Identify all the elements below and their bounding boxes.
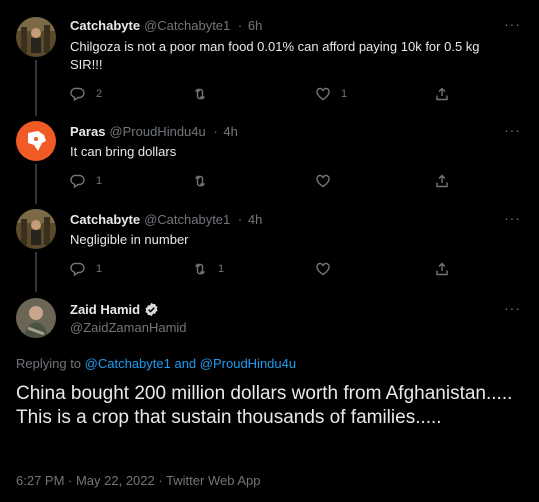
mention-link[interactable]: @ProudHindu4u [200,356,296,371]
user-handle[interactable]: @Catchabyte1 [144,18,230,33]
replying-and[interactable]: and [171,356,200,371]
reply-button[interactable]: 1 [70,259,102,279]
tweet-text-line: This is a crop that sustain thousands of… [16,407,442,428]
like-button[interactable]: 1 [315,84,347,104]
separator: · [237,212,243,227]
retweet-count: 1 [218,263,225,275]
more-icon[interactable]: ··· [504,210,521,226]
author-name-row: Zaid Hamid [70,302,159,317]
reply-button[interactable]: 2 [70,84,102,104]
avatar[interactable] [16,17,56,57]
mention-link[interactable]: @Catchabyte1 [85,356,171,371]
avatar[interactable] [16,209,56,249]
tweet-text: Chilgoza is not a poor man food 0.01% ca… [70,39,480,72]
tweet-meta[interactable]: 6:27 PM · May 22, 2022 · Twitter Web App [16,473,260,488]
retweet-button[interactable]: 1 [192,259,224,279]
reply-tweet[interactable]: Paras @ProudHindu4u · 4h ··· It can bring… [0,116,539,204]
retweet-icon [195,175,205,187]
display-name[interactable]: Zaid Hamid [70,302,140,317]
share-icon [436,87,448,101]
user-handle[interactable]: @ProudHindu4u [109,124,205,139]
retweet-icon [195,263,205,275]
share-button[interactable] [434,84,450,104]
reply-tweet[interactable]: Catchabyte @Catchabyte1 · 6h ··· Chilgoza… [0,0,539,116]
action-bar: 1 [70,171,470,191]
more-icon[interactable]: ··· [504,16,521,32]
action-bar: 1 1 [70,259,470,279]
tweet-text: Negligible in number [70,232,189,247]
user-handle[interactable]: @Catchabyte1 [144,212,230,227]
reply-tweet[interactable]: Catchabyte @Catchabyte1 · 4h ··· Negligib… [0,204,539,292]
reply-count: 2 [96,88,103,100]
share-icon [436,262,448,276]
verified-badge-icon [145,302,158,317]
like-button[interactable] [315,259,341,279]
avatar[interactable] [16,121,56,161]
like-icon [316,87,330,101]
tweet-header: Catchabyte @Catchabyte1 · 6h [70,18,262,33]
tweet-header: Paras @ProudHindu4u · 4h [70,124,238,139]
action-bar: 2 1 [70,84,470,104]
separator: · [213,124,218,139]
timestamp[interactable]: 4h [248,212,262,227]
tweet-header: Catchabyte @Catchabyte1 · 4h [70,212,262,227]
retweet-button[interactable] [192,84,218,104]
reply-count: 1 [96,263,103,275]
reply-button[interactable]: 1 [70,171,102,191]
share-icon [436,174,448,188]
display-name[interactable]: Catchabyte [70,212,140,227]
display-name[interactable]: Catchabyte [70,18,140,33]
reply-icon [70,262,85,277]
separator: · [237,18,243,33]
reply-icon [70,87,85,102]
like-icon [316,174,330,188]
retweet-button[interactable] [192,171,218,191]
share-button[interactable] [434,171,450,191]
display-name[interactable]: Paras [70,124,105,139]
like-icon [316,262,330,276]
tweet-text: It can bring dollars [70,144,177,159]
user-handle[interactable]: @ZaidZamanHamid [70,320,187,335]
replying-to: Replying to @Catchabyte1 and @ProudHindu… [16,356,296,371]
more-icon[interactable]: ··· [504,122,521,138]
like-count: 1 [341,88,348,100]
tweet-text-line: China bought 200 million dollars worth f… [16,383,513,404]
avatar[interactable] [16,298,56,338]
like-button[interactable] [315,171,341,191]
share-button[interactable] [434,259,450,279]
timestamp[interactable]: 4h [223,124,237,139]
reply-count: 1 [96,175,103,187]
main-tweet-text: China bought 200 million dollars worth f… [16,382,526,430]
timestamp[interactable]: 6h [248,18,262,33]
more-icon[interactable]: ··· [504,300,521,316]
retweet-icon [195,88,205,100]
reply-icon [70,174,85,189]
replying-prefix: Replying to [16,356,85,371]
